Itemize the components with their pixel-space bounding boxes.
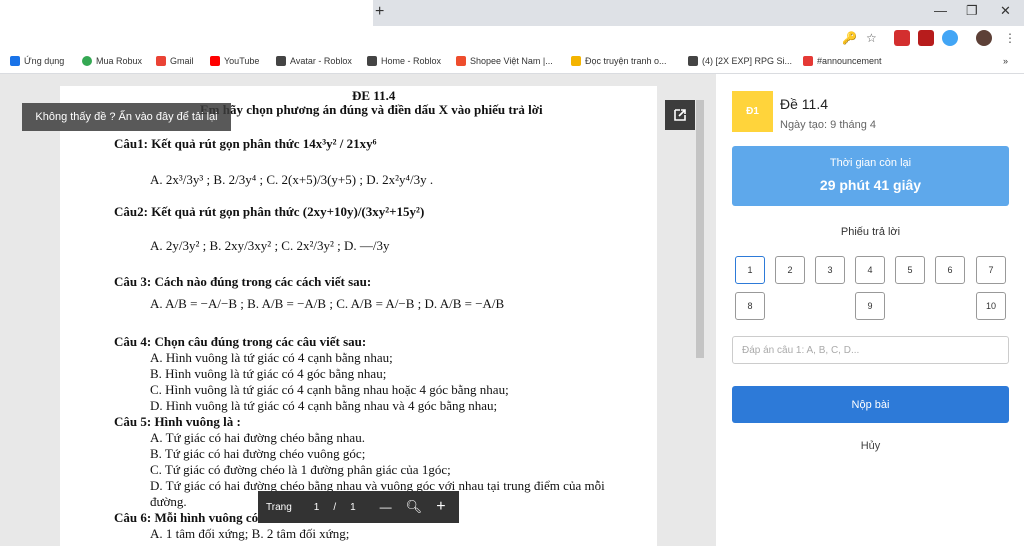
pdf-text-line: đường. <box>150 494 187 509</box>
page-label: Trang <box>266 501 292 513</box>
page-total: 1 <box>350 501 356 513</box>
minimize-button[interactable]: — <box>934 3 947 18</box>
bookmark-item[interactable]: Avatar - Roblox <box>276 56 352 66</box>
pdf-page: ĐE 11.4 Em hãy chọn phương án đúng và điề… <box>60 86 657 546</box>
pdf-text-line: Câu2: Kết quả rút gọn phân thức (2xy+10y… <box>114 204 425 219</box>
pdf-text-line: Câu 3: Cách nào đúng trong các cách viết… <box>114 274 372 289</box>
zoom-out-button[interactable]: — <box>380 500 392 514</box>
pdf-text-line: Em hãy chọn phương án đúng và điền dấu X… <box>200 102 543 117</box>
question-button-5[interactable]: 5 <box>895 256 925 284</box>
pdf-viewer: ĐE 11.4 Em hãy chọn phương án đúng và điề… <box>0 74 716 546</box>
gmail-icon <box>156 56 166 66</box>
question-button-7[interactable]: 7 <box>976 256 1006 284</box>
zoom-in-button[interactable]: + <box>436 498 445 516</box>
exam-title: Đề 11.4 <box>780 96 828 112</box>
pdf-text-line: C. Tứ giác có đường chéo là 1 đường phân… <box>150 462 451 477</box>
roblox-icon <box>276 56 286 66</box>
answer-input[interactable] <box>732 336 1009 364</box>
discord-icon <box>803 56 813 66</box>
pdf-text-line: C. Hình vuông là tứ giác có 4 cạnh bằng … <box>150 382 509 397</box>
question-button-9[interactable]: 9 <box>855 292 885 320</box>
pdf-text-line: D. Hình vuông là tứ giác có 4 cạnh bằng … <box>150 398 498 413</box>
pdf-text-line: A. Hình vuông là tứ giác có 4 cạnh bằng … <box>150 350 393 365</box>
zoom-icon[interactable]: 🔍︎ <box>406 499 423 515</box>
star-icon[interactable]: ☆ <box>866 31 877 45</box>
open-external-icon <box>674 109 686 121</box>
pdf-text-line: A. 2x³/3y³ ; B. 2/3y⁴ ; C. 2(x+5)/3(y+5)… <box>150 172 434 187</box>
question-button-8[interactable]: 8 <box>735 292 765 320</box>
new-tab-button[interactable]: + <box>375 3 384 21</box>
bookmark-item[interactable]: YouTube <box>210 56 259 66</box>
pdf-scrollbar[interactable] <box>696 100 704 358</box>
more-bookmarks-button[interactable]: » <box>1003 56 1008 66</box>
question-button-6[interactable]: 6 <box>935 256 965 284</box>
exam-badge: Đ1 <box>732 91 773 132</box>
answer-sheet-title: Phiếu trả lời <box>840 226 901 238</box>
pdf-pager: Trang 1 / 1 — 🔍︎ + <box>258 491 459 523</box>
question-button-2[interactable]: 2 <box>775 256 805 284</box>
timer-value: 29 phút 41 giây <box>819 177 922 193</box>
pdf-text-line: A. 2y/3y² ; B. 2xy/3xy² ; C. 2x²/3y² ; D… <box>150 238 390 253</box>
avatar[interactable] <box>976 30 992 46</box>
bookmark-item[interactable]: Đọc truyện tranh o... <box>571 56 667 66</box>
pdf-text-line: Câu1: Kết quả rút gọn phân thức 14x³y² /… <box>114 136 377 151</box>
extension-icon[interactable] <box>942 30 958 46</box>
robux-icon <box>82 56 92 66</box>
timer-box: Thời gian còn lại 29 phút 41 giây <box>732 146 1009 206</box>
maximize-button[interactable]: ❐ <box>966 3 978 19</box>
question-button-4[interactable]: 4 <box>855 256 885 284</box>
extension-icon[interactable] <box>894 30 910 46</box>
extension-icon[interactable] <box>918 30 934 46</box>
bookmark-item[interactable]: Mua Robux <box>82 56 142 66</box>
question-button-3[interactable]: 3 <box>815 256 845 284</box>
pdf-text-line: Câu 5: Hình vuông là : <box>114 414 241 429</box>
page-separator: / <box>333 501 337 513</box>
roblox-icon <box>688 56 698 66</box>
pdf-text-line: B. Tứ giác có hai đường chéo vuông góc; <box>150 446 366 461</box>
pdf-text-line: A. A/B = −A/−B ; B. A/B = −A/B ; C. A/B … <box>150 296 505 311</box>
exam-date: Ngày tạo: 9 tháng 4 <box>780 119 877 131</box>
key-icon[interactable]: 🔑 <box>842 31 857 45</box>
reload-notice[interactable]: Không thấy đề ? Ấn vào đây để tải lại <box>22 103 231 131</box>
page-current[interactable]: 1 <box>314 502 320 513</box>
pdf-text-line: A. Tứ giác có hai đường chéo bằng nhau. <box>150 430 365 445</box>
question-button-10[interactable]: 10 <box>976 292 1006 320</box>
bookmark-item[interactable]: Home - Roblox <box>367 56 441 66</box>
manga-icon <box>571 56 581 66</box>
bookmark-item[interactable]: Gmail <box>156 56 194 66</box>
bookmark-item[interactable]: (4) [2X EXP] RPG Si... <box>688 56 792 66</box>
bookmarks-bar: Ứng dụng Mua Robux Gmail YouTube Avatar … <box>0 52 1024 74</box>
bookmark-item[interactable]: Ứng dụng <box>10 56 64 66</box>
pdf-text-line: A. 1 tâm đối xứng; B. 2 tâm đối xứng; <box>150 526 350 541</box>
timer-label: Thời gian còn lại <box>829 157 912 169</box>
cancel-button[interactable]: Hủy <box>732 440 1009 452</box>
pdf-text-line: Câu 6: Mỗi hình vuông có <box>114 510 259 525</box>
menu-icon[interactable]: ⋮ <box>1004 31 1016 45</box>
pdf-text-line: Câu 4: Chọn câu đúng trong các câu viết … <box>114 334 367 349</box>
bookmark-item[interactable]: #announcement <box>803 56 882 66</box>
youtube-icon <box>210 56 220 66</box>
bookmark-item[interactable]: Shopee Việt Nam |... <box>456 56 553 66</box>
pdf-text-line: B. Hình vuông là tứ giác có 4 góc bằng n… <box>150 366 387 381</box>
shopee-icon <box>456 56 466 66</box>
close-window-button[interactable]: ✕ <box>1000 3 1011 19</box>
roblox-icon <box>367 56 377 66</box>
question-button-1[interactable]: 1 <box>735 256 765 284</box>
submit-button[interactable]: Nộp bài <box>732 386 1009 423</box>
apps-icon <box>10 56 20 66</box>
open-external-icon[interactable] <box>665 100 695 130</box>
